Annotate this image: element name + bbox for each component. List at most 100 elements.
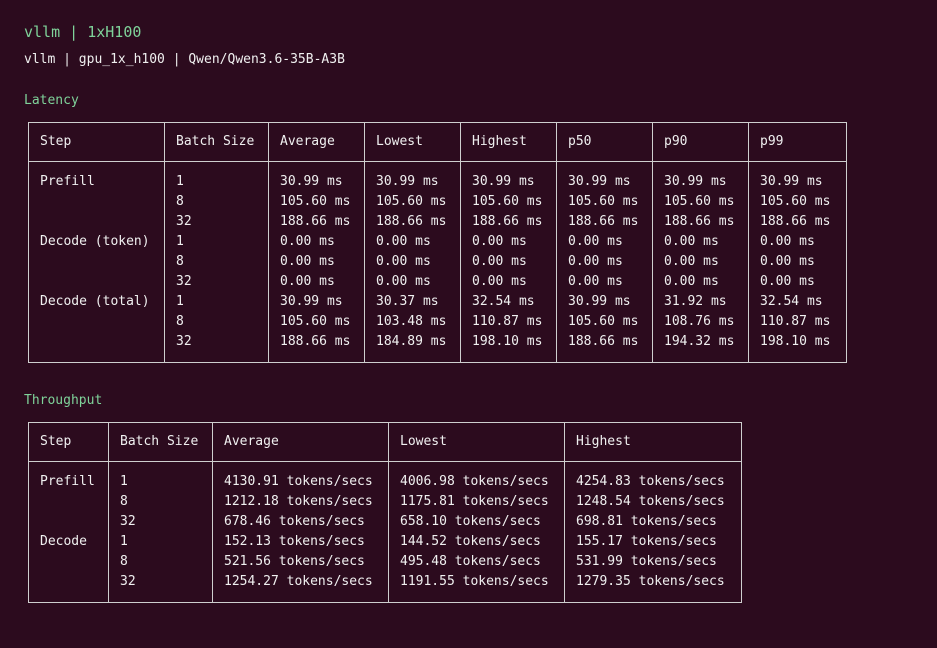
latency-header-row: Step Batch Size Average Lowest Highest p50 p90… [28, 122, 847, 162]
table-cell: 0.00 ms [460, 232, 557, 252]
table-row: Decode (total) 1 30.99 ms 30.37 ms 32.54 ms 3… [28, 292, 847, 312]
spacer-cell [28, 592, 109, 603]
spacer-cell [460, 161, 557, 172]
table-cell [28, 572, 109, 592]
table-cell: 30.99 ms [460, 172, 557, 192]
table-cell: 110.87 ms [460, 312, 557, 332]
table-cell: 110.87 ms [748, 312, 847, 332]
table-row: 32 678.46 tokens/secs 658.10 tokens/secs 69… [28, 512, 742, 532]
table-cell: 32 [164, 212, 269, 232]
latency-column-header: p90 [652, 122, 749, 162]
table-cell: 152.13 tokens/secs [212, 532, 389, 552]
table-cell [28, 512, 109, 532]
table-cell: 698.81 tokens/secs [564, 512, 742, 532]
table-row: 8 105.60 ms 105.60 ms 105.60 ms 105.60 ms 105… [28, 192, 847, 212]
table-row: Decode 1 152.13 tokens/secs 144.52 tokens/s… [28, 532, 742, 552]
table-cell [28, 252, 165, 272]
table-cell: 198.10 ms [460, 332, 557, 352]
throughput-section-label: Throughput [24, 393, 103, 408]
latency-table: Step Batch Size Average Lowest Highest p50 p90… [28, 122, 847, 363]
table-row: Decode (token) 1 0.00 ms 0.00 ms 0.00 ms 0.00… [28, 232, 847, 252]
latency-spacer-row [28, 161, 847, 172]
table-cell: Decode (token) [28, 232, 165, 252]
table-cell: 194.32 ms [652, 332, 749, 352]
table-cell: 188.66 ms [652, 212, 749, 232]
table-cell: 188.66 ms [268, 332, 365, 352]
table-cell: 188.66 ms [748, 212, 847, 232]
table-cell: 188.66 ms [460, 212, 557, 232]
table-cell [28, 192, 165, 212]
table-row: 8 521.56 tokens/secs 495.48 tokens/secs 531… [28, 552, 742, 572]
table-cell [28, 492, 109, 512]
table-cell: 1212.18 tokens/secs [212, 492, 389, 512]
table-cell [28, 332, 165, 352]
table-cell: 0.00 ms [364, 272, 461, 292]
table-cell: 105.60 ms [460, 192, 557, 212]
table-cell: 4254.83 tokens/secs [564, 472, 742, 492]
table-cell: 8 [164, 312, 269, 332]
spacer-cell [556, 161, 653, 172]
table-cell: 184.89 ms [364, 332, 461, 352]
page-title: vllm | 1xH100 [24, 23, 142, 41]
table-cell: 30.99 ms [268, 172, 365, 192]
table-row: 8 105.60 ms 103.48 ms 110.87 ms 105.60 ms 108… [28, 312, 847, 332]
table-cell: 105.60 ms [556, 312, 653, 332]
table-cell: 531.99 tokens/secs [564, 552, 742, 572]
table-cell: Prefill [28, 472, 109, 492]
table-cell: 32 [108, 512, 213, 532]
table-cell: 0.00 ms [652, 272, 749, 292]
table-cell: 188.66 ms [364, 212, 461, 232]
table-cell: 198.10 ms [748, 332, 847, 352]
table-cell: 0.00 ms [556, 232, 653, 252]
spacer-cell [388, 592, 565, 603]
table-cell: 0.00 ms [748, 252, 847, 272]
spacer-cell [108, 592, 213, 603]
table-cell: 4006.98 tokens/secs [388, 472, 565, 492]
table-cell: 0.00 ms [652, 252, 749, 272]
latency-column-header: Average [268, 122, 365, 162]
table-cell: 8 [164, 252, 269, 272]
throughput-table: Step Batch Size Average Lowest Highest Prefi… [28, 422, 742, 603]
latency-column-header: p99 [748, 122, 847, 162]
spacer-cell [564, 461, 742, 472]
table-cell: 1248.54 tokens/secs [564, 492, 742, 512]
table-row: 32 188.66 ms 184.89 ms 198.10 ms 188.66 ms 19… [28, 332, 847, 352]
spacer-cell [748, 161, 847, 172]
spacer-cell [164, 352, 269, 363]
spacer-cell [164, 161, 269, 172]
table-row: 8 1212.18 tokens/secs 1175.81 tokens/secs 1… [28, 492, 742, 512]
table-cell: 32 [164, 272, 269, 292]
table-row: 8 0.00 ms 0.00 ms 0.00 ms 0.00 ms 0.00 ms 0.00… [28, 252, 847, 272]
spacer-cell [556, 352, 653, 363]
table-cell: 30.99 ms [652, 172, 749, 192]
table-cell: 1191.55 tokens/secs [388, 572, 565, 592]
table-cell: Decode (total) [28, 292, 165, 312]
table-cell: 105.60 ms [268, 312, 365, 332]
spacer-cell [652, 352, 749, 363]
table-cell: 0.00 ms [268, 232, 365, 252]
table-cell: 30.37 ms [364, 292, 461, 312]
table-cell: 8 [108, 492, 213, 512]
spacer-cell [388, 461, 565, 472]
table-row: Prefill 1 4130.91 tokens/secs 4006.98 token… [28, 472, 742, 492]
table-cell: 0.00 ms [364, 232, 461, 252]
latency-column-header: Lowest [364, 122, 461, 162]
table-cell: 0.00 ms [556, 252, 653, 272]
throughput-spacer-row [28, 461, 742, 472]
table-cell: 4130.91 tokens/secs [212, 472, 389, 492]
spacer-cell [268, 161, 365, 172]
table-cell: 32.54 ms [748, 292, 847, 312]
spacer-cell [564, 592, 742, 603]
table-cell [28, 312, 165, 332]
table-cell: Decode [28, 532, 109, 552]
table-cell: 32 [108, 572, 213, 592]
table-cell: 1175.81 tokens/secs [388, 492, 565, 512]
table-cell: 1 [108, 472, 213, 492]
throughput-spacer-row [28, 592, 742, 603]
table-cell: 0.00 ms [364, 252, 461, 272]
latency-section-label: Latency [24, 93, 79, 108]
table-cell: 32.54 ms [460, 292, 557, 312]
table-cell: 188.66 ms [268, 212, 365, 232]
throughput-column-header: Step [28, 422, 109, 462]
table-cell: 30.99 ms [556, 172, 653, 192]
